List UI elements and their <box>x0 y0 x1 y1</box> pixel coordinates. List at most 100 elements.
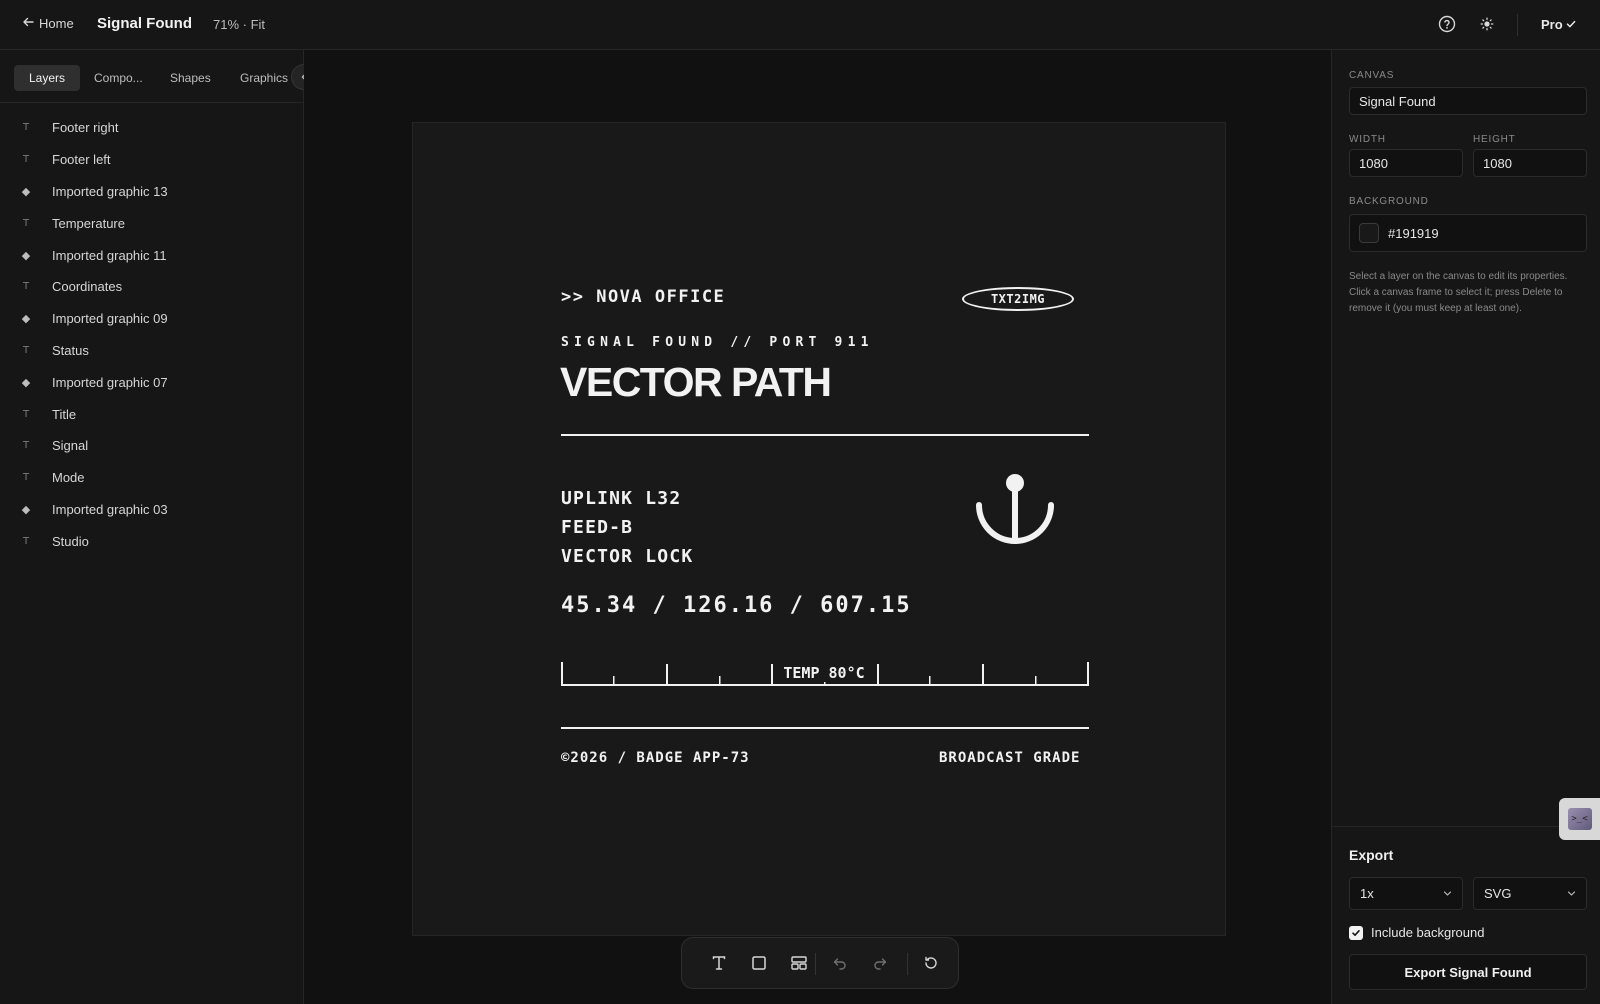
background-label: BACKGROUND <box>1349 196 1429 207</box>
layer-label: Imported graphic 07 <box>52 374 168 390</box>
layer-label: Title <box>52 406 77 422</box>
layer-item[interactable]: ◆ Imported graphic 11 <box>0 239 303 271</box>
canvas-area[interactable]: >> NOVA OFFICE TXT2IMG SIGNAL FOUND // P… <box>304 50 1331 1004</box>
temperature-label: TEMP 80°C <box>783 664 864 682</box>
export-button[interactable]: Export Signal Found <box>1349 954 1587 990</box>
checkbox-checked-icon[interactable] <box>1349 925 1363 940</box>
diamond-icon: ◆ <box>21 375 31 389</box>
height-label: HEIGHT <box>1473 134 1516 145</box>
undo-icon[interactable] <box>828 951 852 975</box>
pro-badge[interactable]: Pro <box>1541 17 1576 32</box>
artboard[interactable]: >> NOVA OFFICE TXT2IMG SIGNAL FOUND // P… <box>412 122 1226 936</box>
assistant-widget[interactable]: >_< <box>1559 798 1600 840</box>
anchor-icon[interactable] <box>973 473 1057 549</box>
text-type-icon: T <box>22 344 30 356</box>
check-icon <box>1566 17 1576 32</box>
tabs-divider <box>0 102 303 103</box>
artboard-footer-left[interactable]: ©2026 / BADGE APP-73 <box>561 750 750 766</box>
layer-item[interactable]: T Footer left <box>0 144 303 176</box>
toolbar-divider <box>815 953 816 975</box>
artboard-divider-top[interactable] <box>561 434 1089 436</box>
sun-icon[interactable] <box>1479 16 1495 32</box>
artboard-mode-badge[interactable]: TXT2IMG <box>962 287 1074 311</box>
height-input[interactable] <box>1473 149 1587 177</box>
layer-item[interactable]: ◆ Imported graphic 07 <box>0 366 303 398</box>
layer-label: Footer right <box>52 120 119 136</box>
background-color-value: #191919 <box>1388 225 1439 241</box>
topbar-divider <box>1517 14 1518 36</box>
home-label: Home <box>39 16 74 31</box>
background-color-field[interactable]: #191919 <box>1349 214 1587 252</box>
properties-panel: CANVAS WIDTH HEIGHT BACKGROUND #191919 S… <box>1331 50 1600 1004</box>
text-type-icon: T <box>22 281 30 293</box>
layer-label: Imported graphic 13 <box>52 183 168 199</box>
toolbar-divider <box>907 953 908 975</box>
export-scale-select[interactable]: 1x <box>1349 877 1463 910</box>
zoom-level[interactable]: 71% · Fit <box>213 17 265 32</box>
export-format-select[interactable]: SVG <box>1473 877 1587 910</box>
top-bar: Home Signal Found 71% · Fit Pro <box>0 0 1600 50</box>
sidebar-tabs: Layers Compo... Shapes Graphics <box>14 65 298 91</box>
layer-label: Status <box>52 342 89 358</box>
status-line: VECTOR LOCK <box>561 546 694 567</box>
layer-item[interactable]: T Footer right <box>0 112 303 144</box>
tab-graphics[interactable]: Graphics <box>226 65 298 91</box>
layer-item[interactable]: ◆ Imported graphic 03 <box>0 494 303 526</box>
canvas-label: CANVAS <box>1349 70 1395 81</box>
width-input[interactable] <box>1349 149 1463 177</box>
rectangle-tool-icon[interactable] <box>747 951 771 975</box>
tab-shapes[interactable]: Shapes <box>156 65 226 91</box>
layer-label: Coordinates <box>52 279 123 295</box>
document-title: Signal Found <box>97 15 192 32</box>
include-background-checkbox[interactable]: Include background <box>1349 925 1484 940</box>
layer-item[interactable]: T Temperature <box>0 207 303 239</box>
text-tool-icon[interactable] <box>707 951 731 975</box>
artboard-status[interactable]: UPLINK L32 FEED-B VECTOR LOCK <box>561 484 693 571</box>
color-swatch[interactable] <box>1359 223 1379 243</box>
diamond-icon: ◆ <box>21 184 31 198</box>
layer-label: Imported graphic 11 <box>52 247 167 263</box>
chevron-down-icon <box>1567 886 1576 901</box>
help-icon[interactable] <box>1438 15 1456 33</box>
artboard-footer-right[interactable]: BROADCAST GRADE <box>939 750 1080 766</box>
text-type-icon: T <box>22 440 30 452</box>
layer-item[interactable]: T Mode <box>0 462 303 494</box>
arrow-left-icon <box>22 16 34 31</box>
layer-item[interactable]: T Title <box>0 398 303 430</box>
bottom-toolbar <box>681 937 959 989</box>
text-type-icon: T <box>22 472 30 484</box>
layer-item[interactable]: ◆ Imported graphic 13 <box>0 176 303 208</box>
text-type-icon: T <box>22 408 30 420</box>
layer-label: Studio <box>52 533 89 549</box>
home-button[interactable]: Home <box>22 16 74 31</box>
layer-item[interactable]: T Status <box>0 335 303 367</box>
export-scale-value: 1x <box>1360 886 1374 901</box>
diamond-icon: ◆ <box>21 502 31 516</box>
layer-list: T Footer right T Footer left ◆ Imported graph… <box>0 112 303 557</box>
reset-icon[interactable] <box>919 951 943 975</box>
layer-item[interactable]: T Signal <box>0 430 303 462</box>
canvas-name-input[interactable] <box>1349 87 1587 115</box>
layer-label: Signal <box>52 438 89 454</box>
artboard-studio[interactable]: >> NOVA OFFICE <box>561 287 725 307</box>
assistant-face-icon: >_< <box>1567 808 1592 830</box>
plan-label: Pro <box>1541 17 1563 32</box>
width-label: WIDTH <box>1349 134 1386 145</box>
layer-item[interactable]: T Studio <box>0 525 303 557</box>
tab-components[interactable]: Compo... <box>80 65 156 91</box>
artboard-divider-bottom[interactable] <box>561 727 1089 729</box>
layer-label: Imported graphic 03 <box>52 501 168 517</box>
text-type-icon: T <box>22 217 30 229</box>
layer-item[interactable]: T Coordinates <box>0 271 303 303</box>
layout-tool-icon[interactable] <box>787 951 811 975</box>
artboard-coordinates[interactable]: 45.34 / 126.16 / 607.15 <box>561 593 912 618</box>
redo-icon[interactable] <box>868 951 892 975</box>
left-sidebar: Layers Compo... Shapes Graphics T Footer … <box>0 50 317 1004</box>
temperature-scale[interactable]: TEMP 80°C <box>561 660 1089 686</box>
artboard-title[interactable]: VECTOR PATH <box>560 359 832 406</box>
layer-item[interactable]: ◆ Imported graphic 09 <box>0 303 303 335</box>
tab-layers[interactable]: Layers <box>14 65 80 91</box>
artboard-signal[interactable]: SIGNAL FOUND // PORT 911 <box>561 335 874 350</box>
export-title: Export <box>1349 847 1394 863</box>
text-type-icon: T <box>22 154 30 166</box>
